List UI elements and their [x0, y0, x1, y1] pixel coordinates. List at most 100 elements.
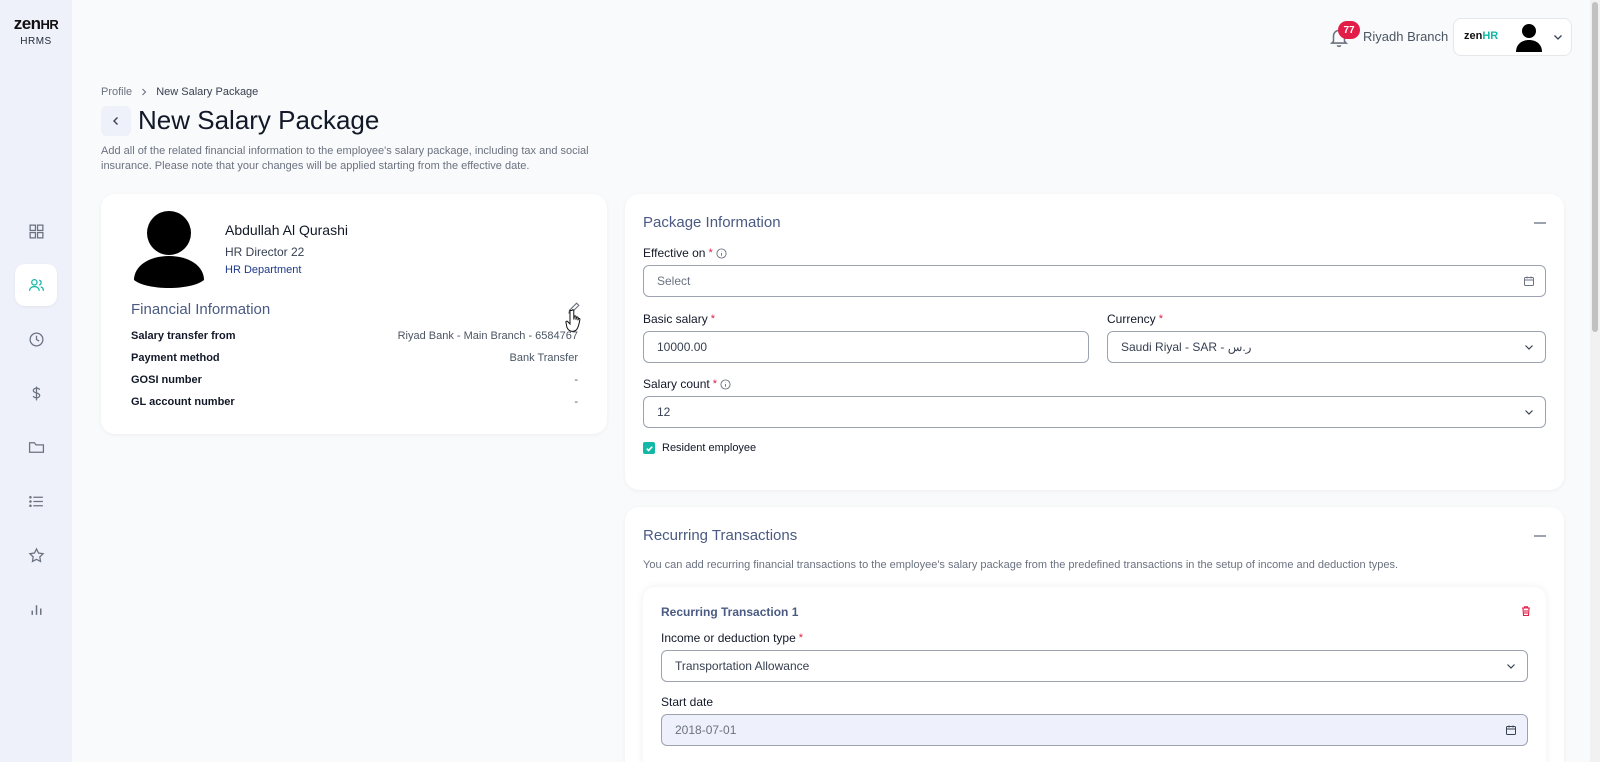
- account-logo-text: zen: [1464, 30, 1483, 42]
- sidebar-item-payroll[interactable]: [15, 372, 57, 414]
- financial-row-value: Riyad Bank - Main Branch - 6584767: [397, 330, 578, 342]
- financial-row-value: -: [574, 396, 578, 408]
- required-mark: *: [708, 247, 713, 259]
- chevron-down-icon: [1525, 410, 1533, 415]
- currency-label-text: Currency: [1107, 312, 1156, 326]
- info-icon[interactable]: [716, 247, 727, 259]
- sidebar-item-attendance[interactable]: [15, 318, 57, 360]
- financial-row-label: GOSI number: [131, 374, 202, 386]
- salary-count-value: 12: [657, 405, 671, 419]
- income-deduction-type-label: Income or deduction type *: [661, 631, 803, 645]
- basic-salary-label: Basic salary *: [643, 312, 715, 326]
- required-mark: *: [710, 313, 715, 325]
- financial-row-value: Bank Transfer: [509, 352, 578, 364]
- account-logo-suffix: HR: [1482, 30, 1499, 42]
- effective-on-label: Effective on *: [643, 246, 727, 260]
- recurring-transactions-card: Recurring Transactions You can add recur…: [625, 507, 1564, 762]
- branch-selector[interactable]: Riyadh Branch: [1363, 29, 1448, 44]
- employee-title: HR Director 22: [225, 245, 305, 259]
- financial-info-title: Financial Information: [131, 301, 271, 318]
- currency-label: Currency *: [1107, 312, 1163, 326]
- page-description: Add all of the related financial informa…: [101, 145, 589, 172]
- income-deduction-type-value: Transportation Allowance: [675, 659, 810, 673]
- basic-salary-input[interactable]: 10000.00: [643, 331, 1089, 363]
- financial-row-gosi: GOSI number -: [131, 374, 578, 386]
- page-title: New Salary Package: [138, 105, 380, 135]
- salary-count-select[interactable]: 12: [643, 396, 1546, 428]
- start-date-input[interactable]: 2018-07-01: [661, 714, 1528, 746]
- start-date-value: 2018-07-01: [675, 723, 737, 737]
- income-deduction-type-select[interactable]: Transportation Allowance: [661, 650, 1528, 682]
- recurring-description: You can add recurring financial transact…: [643, 559, 1399, 571]
- account-logo: zenHR: [1464, 30, 1498, 42]
- calendar-icon: [1524, 276, 1534, 286]
- employee-department: HR Department: [225, 264, 302, 276]
- back-button[interactable]: [101, 106, 131, 136]
- bar-chart-icon: [31, 604, 41, 615]
- breadcrumb-profile[interactable]: Profile: [101, 86, 132, 98]
- package-info-card: Package Information Effective on * Select…: [625, 194, 1564, 490]
- financial-row-gl-account: GL account number -: [131, 396, 578, 408]
- clock-icon: [28, 331, 44, 347]
- brand-sub: HRMS: [20, 36, 52, 47]
- notification-badge: 77: [1338, 21, 1360, 39]
- chevron-left-icon: [113, 117, 118, 125]
- chevron-down-icon: [1507, 664, 1515, 669]
- required-mark: *: [1158, 313, 1163, 325]
- financial-row-label: Payment method: [131, 352, 220, 364]
- employee-profile-card: Abdullah Al Qurashi HR Director 22 HR De…: [101, 194, 607, 434]
- effective-on-datepicker[interactable]: Select: [643, 265, 1546, 297]
- currency-select[interactable]: Saudi Riyal - SAR - ر.س: [1107, 331, 1546, 363]
- chevron-down-icon: [1554, 35, 1562, 40]
- financial-row-value: -: [574, 374, 578, 386]
- financial-row-salary-transfer: Salary transfer from Riyad Bank - Main B…: [131, 330, 578, 342]
- sidebar-item-employees[interactable]: [15, 264, 57, 306]
- breadcrumb-current: New Salary Package: [156, 86, 259, 98]
- required-mark: *: [798, 632, 804, 644]
- collapse-icon[interactable]: [1534, 535, 1546, 537]
- check-icon: [645, 445, 653, 452]
- resident-employee-label: Resident employee: [662, 442, 757, 454]
- start-date-label-text: Start date: [661, 695, 714, 709]
- folder-icon: [28, 441, 44, 453]
- effective-on-placeholder: Select: [657, 274, 691, 288]
- effective-on-label-text: Effective on: [643, 246, 706, 260]
- employee-avatar: [134, 211, 204, 288]
- list-icon: [28, 495, 43, 507]
- recurring-title: Recurring Transactions: [643, 527, 798, 544]
- package-info-title: Package Information: [643, 214, 781, 231]
- grid-icon: [28, 223, 44, 239]
- start-date-label: Start date: [661, 695, 713, 709]
- dollar-icon: [32, 386, 40, 400]
- basic-salary-value: 10000.00: [657, 340, 708, 354]
- chevron-right-icon: [142, 88, 147, 96]
- basic-salary-label-text: Basic salary: [643, 312, 708, 326]
- resident-employee-checkbox[interactable]: Resident employee: [643, 442, 756, 454]
- financial-row-label: GL account number: [131, 396, 235, 408]
- collapse-icon[interactable]: [1534, 222, 1546, 224]
- scrollbar-thumb[interactable]: [1592, 2, 1598, 332]
- chevron-down-icon: [1525, 345, 1533, 350]
- calendar-icon: [1506, 725, 1516, 735]
- financial-row-payment-method: Payment method Bank Transfer: [131, 352, 578, 364]
- sidebar-item-reports[interactable]: [15, 588, 57, 630]
- required-mark: *: [712, 378, 717, 390]
- sidebar-item-performance[interactable]: [15, 534, 57, 576]
- recurring-transaction-title: Recurring Transaction 1: [661, 605, 799, 619]
- brand-name: zen: [13, 14, 41, 33]
- sidebar-item-dashboard[interactable]: [15, 210, 57, 252]
- employee-name: Abdullah Al Qurashi: [225, 222, 348, 238]
- brand-name-suffix: HR: [40, 17, 59, 32]
- user-avatar: [1516, 24, 1542, 52]
- checkbox-checked[interactable]: [643, 442, 655, 454]
- sidebar-item-documents[interactable]: [15, 426, 57, 468]
- page-scrollbar[interactable]: [1590, 0, 1600, 762]
- sidebar-item-requests[interactable]: [15, 480, 57, 522]
- brand-logo[interactable]: zenHR HRMS: [0, 14, 72, 47]
- salary-count-label: Salary count *: [643, 377, 731, 391]
- account-menu[interactable]: zenHR: [1453, 18, 1572, 56]
- currency-value: Saudi Riyal - SAR - ر.س: [1121, 340, 1252, 354]
- star-icon: [28, 546, 44, 563]
- trash-icon[interactable]: [1520, 605, 1532, 617]
- info-icon[interactable]: [720, 378, 731, 390]
